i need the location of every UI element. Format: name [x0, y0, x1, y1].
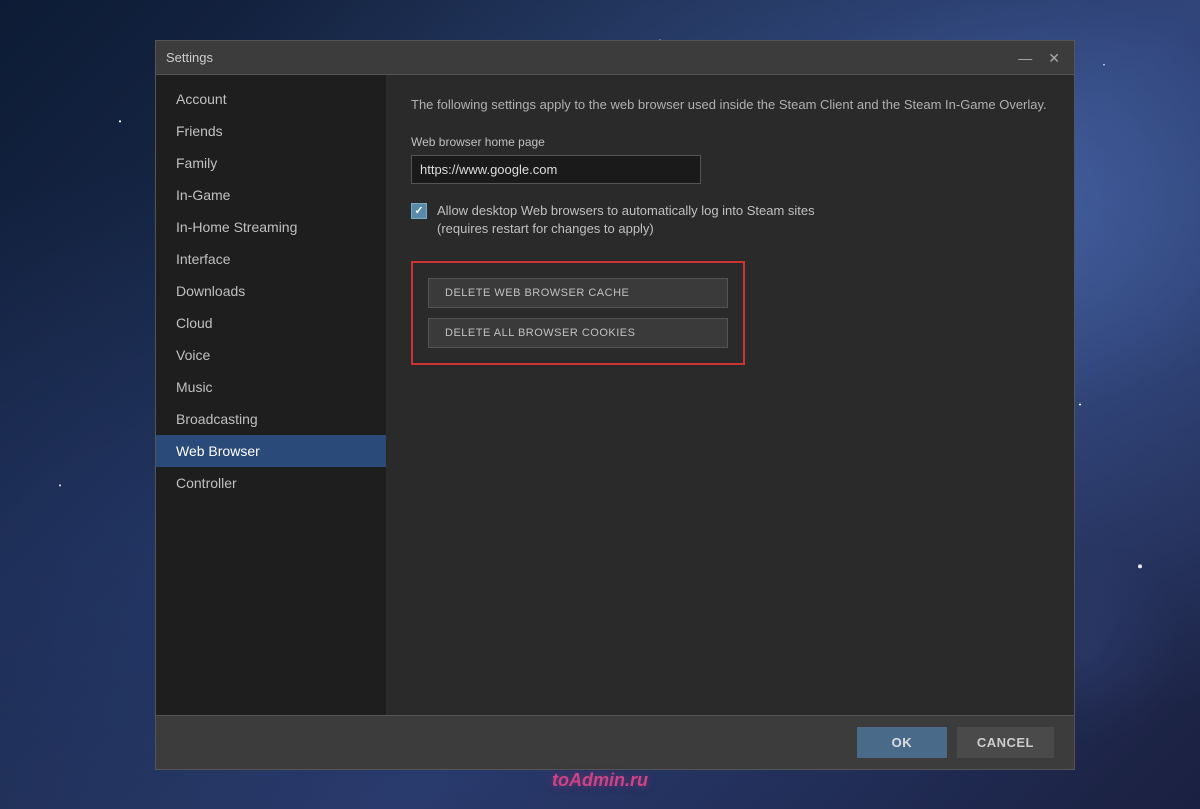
cancel-button[interactable]: CANCEL	[957, 727, 1054, 758]
settings-window: Settings — ✕ Account Friends Family In-G…	[155, 40, 1075, 770]
sidebar-item-interface[interactable]: Interface	[156, 243, 386, 275]
sidebar-item-controller[interactable]: Controller	[156, 467, 386, 499]
minimize-button[interactable]: —	[1014, 49, 1036, 67]
highlighted-section: DELETE WEB BROWSER CACHE DELETE ALL BROW…	[411, 261, 745, 365]
ok-button[interactable]: OK	[857, 727, 947, 758]
sidebar-item-broadcasting[interactable]: Broadcasting	[156, 403, 386, 435]
close-button[interactable]: ✕	[1044, 49, 1064, 67]
delete-cookies-button[interactable]: DELETE ALL BROWSER COOKIES	[428, 318, 728, 348]
sidebar-item-account[interactable]: Account	[156, 83, 386, 115]
sidebar-item-in-game[interactable]: In-Game	[156, 179, 386, 211]
window-title: Settings	[166, 50, 213, 65]
checkbox-row: Allow desktop Web browsers to automatica…	[411, 202, 1049, 238]
sidebar: Account Friends Family In-Game In-Home S…	[156, 75, 386, 715]
window-content: Account Friends Family In-Game In-Home S…	[156, 75, 1074, 715]
sidebar-item-cloud[interactable]: Cloud	[156, 307, 386, 339]
main-panel: The following settings apply to the web …	[386, 75, 1074, 715]
sidebar-item-in-home-streaming[interactable]: In-Home Streaming	[156, 211, 386, 243]
sidebar-item-family[interactable]: Family	[156, 147, 386, 179]
sidebar-item-voice[interactable]: Voice	[156, 339, 386, 371]
home-page-input[interactable]	[411, 155, 701, 184]
footer: OK CANCEL	[156, 715, 1074, 769]
delete-cache-button[interactable]: DELETE WEB BROWSER CACHE	[428, 278, 728, 308]
sidebar-item-web-browser[interactable]: Web Browser	[156, 435, 386, 467]
checkbox-label: Allow desktop Web browsers to automatica…	[437, 202, 815, 238]
description-text: The following settings apply to the web …	[411, 95, 1049, 115]
sidebar-item-downloads[interactable]: Downloads	[156, 275, 386, 307]
titlebar: Settings — ✕	[156, 41, 1074, 75]
home-page-label: Web browser home page	[411, 135, 1049, 149]
sidebar-item-friends[interactable]: Friends	[156, 115, 386, 147]
sidebar-item-music[interactable]: Music	[156, 371, 386, 403]
auto-login-checkbox[interactable]	[411, 203, 427, 219]
titlebar-controls: — ✕	[1014, 49, 1064, 67]
